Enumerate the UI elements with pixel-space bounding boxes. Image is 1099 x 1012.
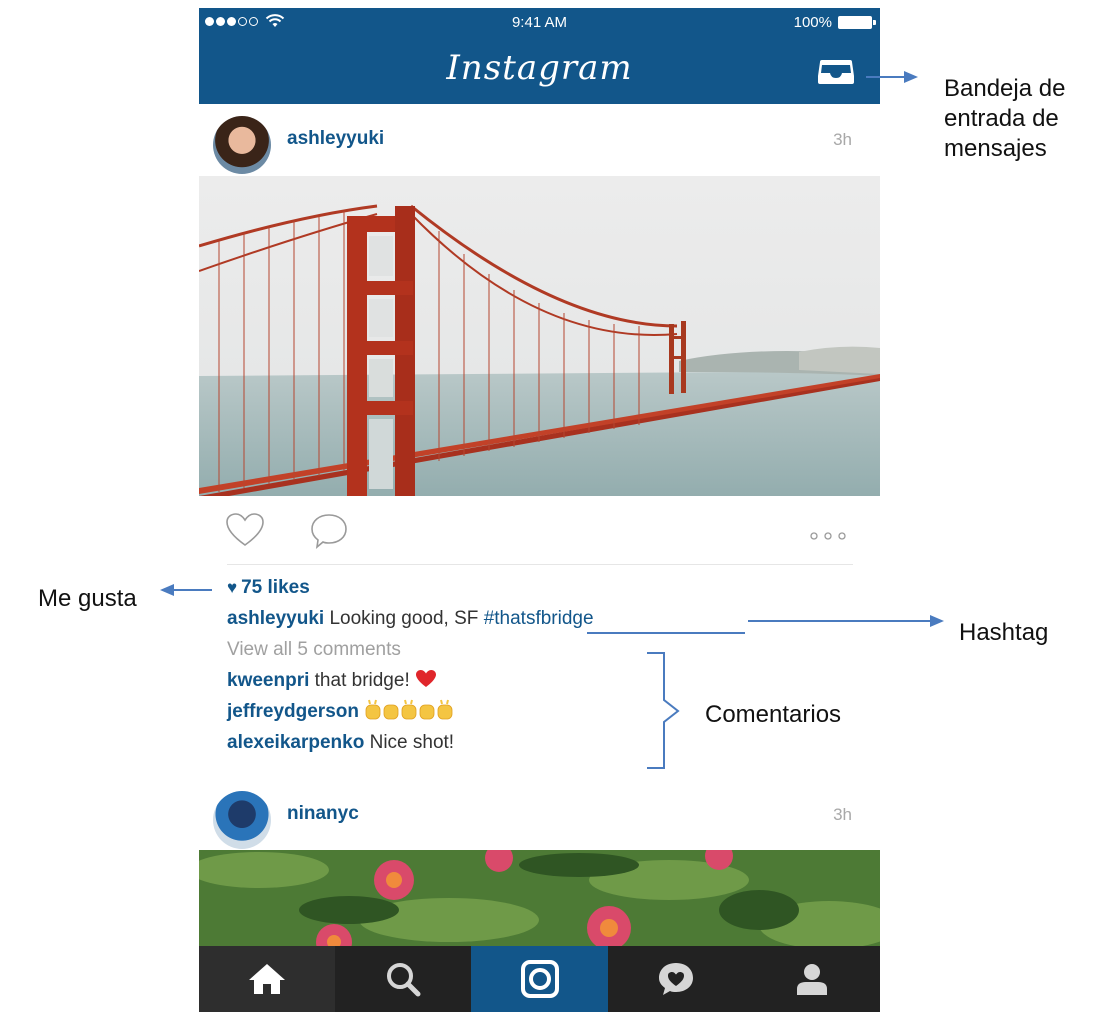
tab-search[interactable] xyxy=(335,946,471,1012)
divider xyxy=(227,564,853,565)
annotation-hashtag: Hashtag xyxy=(959,619,1049,646)
battery-percent: 100% xyxy=(793,14,832,31)
profile-icon xyxy=(796,964,827,995)
comment-button[interactable] xyxy=(309,512,349,555)
red-heart-emoji-icon xyxy=(416,670,437,687)
annotation-line: Bandeja de xyxy=(944,75,1066,102)
status-time: 9:41 AM xyxy=(511,14,568,31)
annotation-comments: Comentarios xyxy=(705,701,842,728)
post-header: ashleyyuki 3h xyxy=(199,108,880,174)
post-photo[interactable] xyxy=(199,850,880,946)
battery-indicator: 100% xyxy=(793,14,876,31)
annotation-inbox: Bandeja de entrada de mensajes xyxy=(944,74,1065,164)
like-button[interactable] xyxy=(225,512,265,553)
tab-bar xyxy=(199,946,880,1012)
home-icon xyxy=(249,964,286,994)
comment-username[interactable]: jeffreydgerson xyxy=(227,701,359,722)
comment-row: alexeikarpenko Nice shot! xyxy=(227,727,454,758)
comment-text: that bridge! xyxy=(314,670,410,691)
battery-icon xyxy=(838,16,876,29)
view-all-comments-link[interactable]: View all 5 comments xyxy=(227,634,401,665)
avatar[interactable] xyxy=(213,791,271,849)
comment-text: Nice shot! xyxy=(369,732,455,753)
heart-icon: ♥ xyxy=(227,578,238,597)
camera-icon xyxy=(520,960,559,998)
avatar[interactable] xyxy=(213,116,271,174)
post-username[interactable]: ashleyyuki xyxy=(287,128,384,150)
tab-home[interactable] xyxy=(199,946,336,1012)
more-button[interactable] xyxy=(809,528,849,546)
annotation-line: entrada de xyxy=(944,105,1059,132)
activity-icon xyxy=(658,963,693,995)
post-username[interactable]: ninanyc xyxy=(287,803,359,825)
post-actions xyxy=(199,508,880,558)
inbox-button[interactable] xyxy=(816,58,856,86)
status-bar: 9:41 AM 100% xyxy=(199,8,880,38)
tab-profile[interactable] xyxy=(744,946,880,1012)
heart-icon xyxy=(226,513,264,546)
search-icon xyxy=(387,963,421,997)
comment-username[interactable]: alexeikarpenko xyxy=(227,732,364,753)
caption-username[interactable]: ashleyyuki xyxy=(227,608,324,629)
comment-row: jeffreydgerson xyxy=(227,696,456,727)
comment-icon xyxy=(311,514,347,549)
post-age: 3h xyxy=(833,805,852,824)
caption: ashleyyuki Looking good, SF #thatsfbridg… xyxy=(227,603,594,634)
comment-username[interactable]: kweenpri xyxy=(227,670,309,691)
post-photo[interactable] xyxy=(199,176,880,496)
annotation-likes: Me gusta xyxy=(38,585,137,612)
phone-screen: 9:41 AM 100% Instagram ashleyyuki 3h ♥ 7… xyxy=(199,8,880,1012)
nav-bar: Instagram xyxy=(199,38,880,104)
inbox-icon xyxy=(818,60,854,84)
app-logo: Instagram xyxy=(446,48,633,88)
more-icon xyxy=(810,532,846,540)
annotation-line: mensajes xyxy=(944,135,1047,162)
tab-activity[interactable] xyxy=(608,946,744,1012)
post-header: ninanyc 3h xyxy=(199,783,880,849)
raised-hands-emoji-icon xyxy=(365,699,453,720)
hashtag-link[interactable]: #thatsfbridge xyxy=(484,608,594,629)
likes-count[interactable]: ♥ 75 likes xyxy=(227,572,310,603)
comment-row: kweenpri that bridge! xyxy=(227,665,437,696)
tab-camera[interactable] xyxy=(471,946,608,1012)
caption-text: Looking good, SF xyxy=(329,608,479,629)
post-age: 3h xyxy=(833,130,852,149)
likes-label: 75 likes xyxy=(241,577,310,598)
